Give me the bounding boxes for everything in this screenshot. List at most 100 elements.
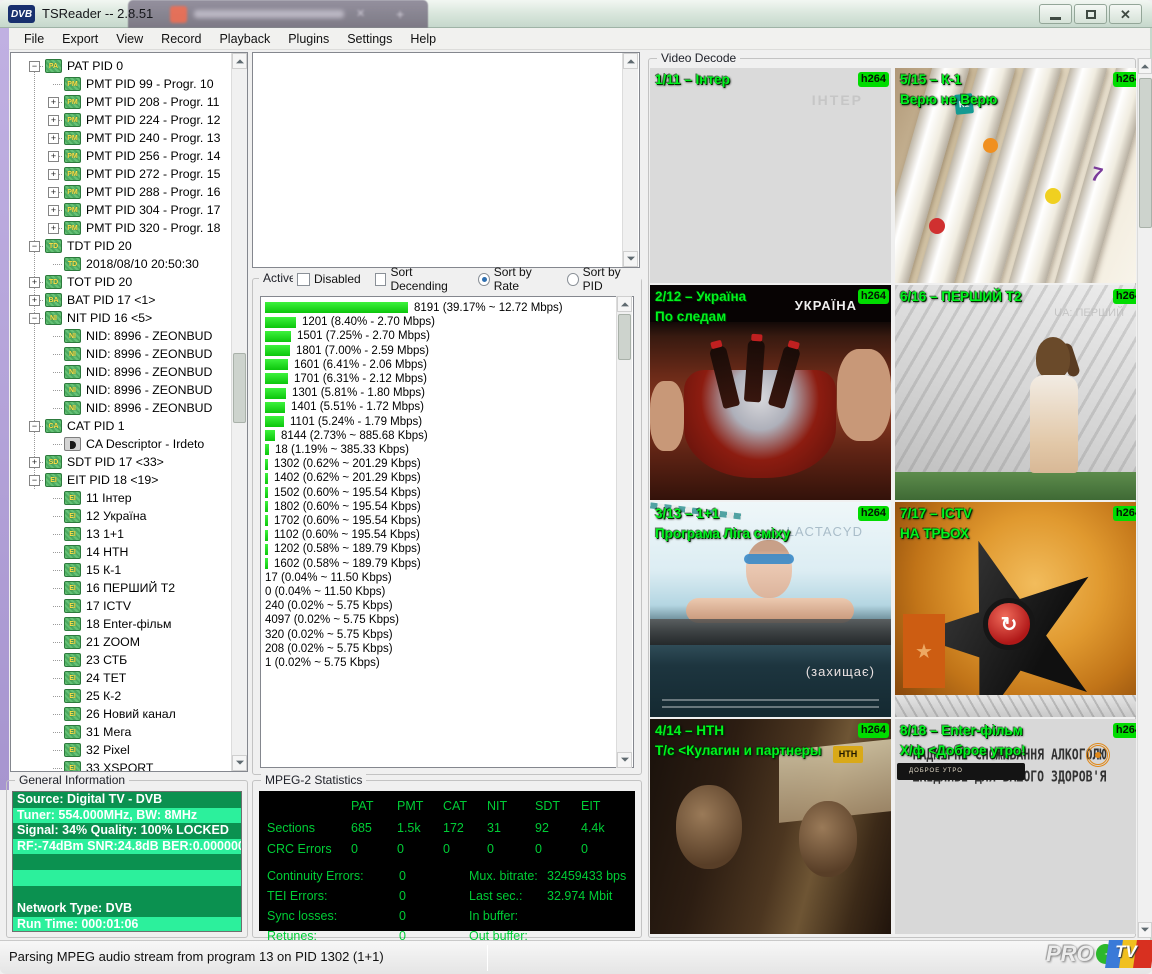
pid-row[interactable]: 1 (0.02% ~ 5.75 Kbps): [265, 656, 380, 670]
pid-row[interactable]: 1101 (5.24% - 1.79 Mbps): [265, 415, 422, 429]
tree-item[interactable]: +PMPMT PID 272 - Progr. 15: [11, 165, 241, 183]
tree-item[interactable]: EI23 СТБ: [11, 651, 241, 669]
minimize-button[interactable]: [1039, 4, 1072, 24]
checkbox-icon[interactable]: [375, 273, 387, 286]
tree-item[interactable]: EI32 Pixel: [11, 741, 241, 759]
collapse-icon[interactable]: −: [29, 475, 40, 486]
radio-sort-by-pid[interactable]: Sort by PID: [567, 265, 637, 293]
tree-item[interactable]: NINID: 8996 - ZEONBUD: [11, 381, 241, 399]
checkbox-disabled[interactable]: Disabled: [297, 272, 361, 286]
expand-icon[interactable]: +: [48, 97, 59, 108]
tree-item[interactable]: NINID: 8996 - ZEONBUD: [11, 399, 241, 417]
expand-icon[interactable]: +: [48, 223, 59, 234]
pid-row[interactable]: 240 (0.02% ~ 5.75 Kbps): [265, 599, 393, 613]
video-scrollbar[interactable]: [1137, 58, 1152, 938]
scrollbar-thumb[interactable]: [233, 353, 246, 423]
pid-row[interactable]: 208 (0.02% ~ 5.75 Kbps): [265, 642, 393, 656]
tree-item[interactable]: EI33 XSPORT: [11, 759, 241, 772]
tree-item[interactable]: EI12 Україна: [11, 507, 241, 525]
expand-icon[interactable]: +: [29, 277, 40, 288]
pid-row[interactable]: 1501 (7.25% - 2.70 Mbps): [265, 329, 430, 343]
pid-row[interactable]: 1801 (7.00% - 2.59 Mbps): [265, 344, 429, 358]
pid-row[interactable]: 8144 (2.73% ~ 885.68 Kbps): [265, 429, 428, 443]
pid-row[interactable]: 18 (1.19% ~ 385.33 Kbps): [265, 443, 409, 457]
collapse-icon[interactable]: −: [29, 313, 40, 324]
tree-item[interactable]: −NINIT PID 16 <5>: [11, 309, 241, 327]
tree-item[interactable]: +PMPMT PID 240 - Progr. 13: [11, 129, 241, 147]
tree-item[interactable]: EI14 НТН: [11, 543, 241, 561]
tree-item[interactable]: +PMPMT PID 304 - Progr. 17: [11, 201, 241, 219]
pid-row[interactable]: 1502 (0.60% ~ 195.54 Kbps): [265, 486, 421, 500]
pid-row[interactable]: 8191 (39.17% ~ 12.72 Mbps): [265, 301, 563, 315]
tree-item[interactable]: +TDTOT PID 20: [11, 273, 241, 291]
pid-row[interactable]: 320 (0.02% ~ 5.75 Kbps): [265, 628, 393, 642]
tree-item[interactable]: EI25 К-2: [11, 687, 241, 705]
pid-row[interactable]: 1102 (0.60% ~ 195.54 Kbps): [265, 528, 420, 542]
detail-listbox[interactable]: [252, 52, 640, 268]
tree-item[interactable]: +SDSDT PID 17 <33>: [11, 453, 241, 471]
pid-row[interactable]: 0 (0.04% ~ 11.50 Kbps): [265, 585, 385, 599]
scroll-up-button[interactable]: [623, 53, 638, 69]
video-preview-oneplusone[interactable]: LACTACYD (захищає) 3/13 – 1+1 Програма Л…: [650, 502, 891, 717]
tree-item[interactable]: NINID: 8996 - ZEONBUD: [11, 363, 241, 381]
tree-item[interactable]: +PMPMT PID 224 - Progr. 12: [11, 111, 241, 129]
menu-item-playback[interactable]: Playback: [210, 29, 279, 49]
menu-item-help[interactable]: Help: [401, 29, 445, 49]
tree-scrollbar[interactable]: [231, 53, 247, 771]
tree-item[interactable]: NINID: 8996 - ZEONBUD: [11, 327, 241, 345]
scroll-up-button[interactable]: [232, 53, 247, 69]
scrollbar-thumb[interactable]: [618, 314, 631, 360]
menu-item-plugins[interactable]: Plugins: [279, 29, 338, 49]
tree-item[interactable]: PMPMT PID 99 - Progr. 10: [11, 75, 241, 93]
tree-item[interactable]: CA Descriptor - Irdeto: [11, 435, 241, 453]
tree-item[interactable]: NINID: 8996 - ZEONBUD: [11, 345, 241, 363]
menu-item-file[interactable]: File: [15, 29, 53, 49]
radio-icon[interactable]: [478, 273, 490, 286]
pid-row[interactable]: 1601 (6.41% - 2.06 Mbps): [265, 358, 427, 372]
expand-icon[interactable]: +: [48, 169, 59, 180]
expand-icon[interactable]: +: [29, 457, 40, 468]
menu-item-export[interactable]: Export: [53, 29, 107, 49]
scrollbar-thumb[interactable]: [1139, 78, 1152, 228]
pid-list-scrollbar[interactable]: [616, 296, 632, 768]
scroll-up-button[interactable]: [1138, 58, 1152, 74]
tree-item[interactable]: +PMPMT PID 288 - Progr. 16: [11, 183, 241, 201]
pid-row[interactable]: 1301 (5.81% - 1.80 Mbps): [265, 386, 425, 400]
video-preview-ukraina[interactable]: УКРАЇНА 2/12 – Україна По следамh264: [650, 285, 891, 500]
pid-row[interactable]: 1401 (5.51% - 1.72 Mbps): [265, 400, 424, 414]
tree-item[interactable]: EI17 ICTV: [11, 597, 241, 615]
video-preview-ictv[interactable]: ↻ ★ 7/17 – ICTV НА ТРЬОХh264: [895, 502, 1136, 717]
tree-item[interactable]: EI31 Мега: [11, 723, 241, 741]
tree-item[interactable]: TD2018/08/10 20:50:30: [11, 255, 241, 273]
close-button[interactable]: ✕: [1109, 4, 1142, 24]
expand-icon[interactable]: +: [29, 295, 40, 306]
tree-item[interactable]: −PAPAT PID 0: [11, 57, 241, 75]
tree-item[interactable]: EI26 Новий канал: [11, 705, 241, 723]
tree-item[interactable]: +PMPMT PID 320 - Progr. 18: [11, 219, 241, 237]
pid-row[interactable]: 1602 (0.58% ~ 189.79 Kbps): [265, 557, 421, 571]
video-preview-inter[interactable]: ІНТЕР1/11 – Інтерh264: [650, 68, 891, 283]
pid-row[interactable]: 1201 (8.40% - 2.70 Mbps): [265, 315, 435, 329]
checkbox-icon[interactable]: [297, 273, 310, 286]
radio-sort-by-rate[interactable]: Sort by Rate: [478, 265, 553, 293]
expand-icon[interactable]: +: [48, 205, 59, 216]
pid-row[interactable]: 1402 (0.62% ~ 201.29 Kbps): [265, 471, 421, 485]
tree-item[interactable]: +PMPMT PID 256 - Progr. 14: [11, 147, 241, 165]
tree-item[interactable]: −CACAT PID 1: [11, 417, 241, 435]
pid-row[interactable]: 17 (0.04% ~ 11.50 Kbps): [265, 571, 392, 585]
menu-item-view[interactable]: View: [107, 29, 152, 49]
tree-item[interactable]: EI15 К-1: [11, 561, 241, 579]
detail-scrollbar[interactable]: [622, 53, 638, 267]
scroll-up-button[interactable]: [617, 296, 632, 312]
tree-item[interactable]: EI24 ТЕТ: [11, 669, 241, 687]
tree-item[interactable]: +PMPMT PID 208 - Progr. 11: [11, 93, 241, 111]
maximize-button[interactable]: [1074, 4, 1107, 24]
expand-icon[interactable]: +: [48, 151, 59, 162]
pid-row[interactable]: 1202 (0.58% ~ 189.79 Kbps): [265, 542, 421, 556]
tree-item[interactable]: −TDTDT PID 20: [11, 237, 241, 255]
checkbox-sort-decending[interactable]: Sort Decending: [375, 265, 464, 293]
video-preview-ntn[interactable]: НТН4/14 – НТН Т/с <Кулагин и партнерыh26…: [650, 719, 891, 934]
expand-icon[interactable]: +: [48, 187, 59, 198]
pid-row[interactable]: 1702 (0.60% ~ 195.54 Kbps): [265, 514, 421, 528]
tree-item[interactable]: EI21 ZOOM: [11, 633, 241, 651]
